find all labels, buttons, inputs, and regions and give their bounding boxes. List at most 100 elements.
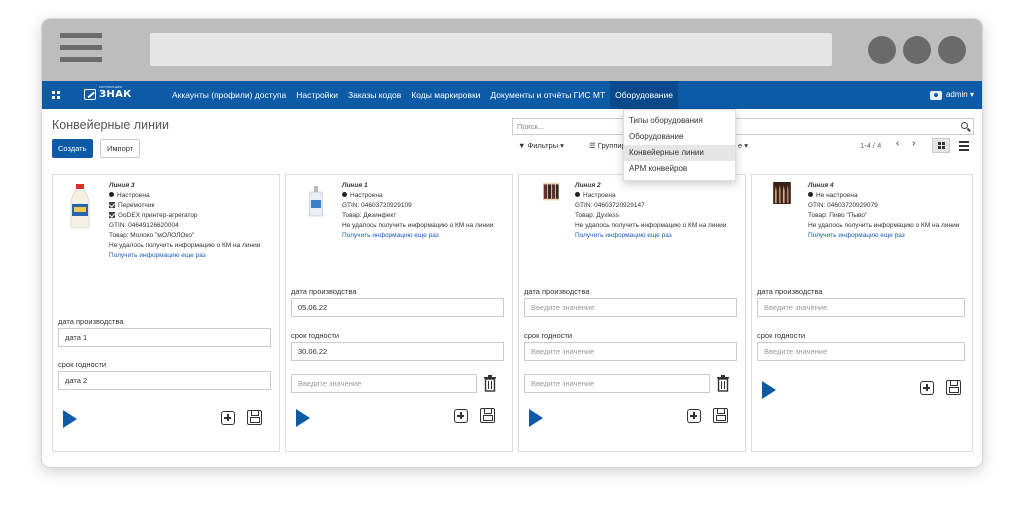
line-name: Линия 2 — [575, 182, 601, 189]
pager-prev-icon[interactable]: ‹ — [896, 138, 899, 149]
expiry-label: срок годности — [291, 331, 340, 340]
line-status: Настроена — [575, 191, 743, 201]
browser-chrome — [42, 19, 982, 81]
line-name: Линия 1 — [342, 182, 368, 189]
product-pack-icon — [543, 182, 559, 201]
menu-item-access-profiles[interactable]: Аккаунты (профили) доступа — [167, 81, 291, 109]
save-icon[interactable] — [946, 380, 961, 395]
line-card: Линия 1 Настроена GTIN: 04603720929109 Т… — [285, 174, 513, 452]
line-info: Линия 4 Не настроена GTIN: 0460372092907… — [808, 181, 976, 241]
line-status: Настроена — [342, 191, 510, 201]
device-check: GoDEX принтер-агрегатор — [109, 211, 277, 221]
save-icon[interactable] — [713, 408, 728, 423]
checkbox-icon — [109, 202, 115, 208]
dropdown-item-equipment-types[interactable]: Типы оборудования — [624, 113, 735, 129]
menu-item-code-orders[interactable]: Заказы кодов — [343, 81, 406, 109]
expiry-input[interactable]: Введите значение — [524, 342, 737, 361]
browser-window: КОРПОРАЦИЯ ЗНАК Аккаунты (профили) досту… — [41, 18, 983, 468]
expiry-label: срок годности — [524, 331, 573, 340]
company-logo[interactable]: КОРПОРАЦИЯ ЗНАК — [84, 85, 142, 104]
line-gtin: GTIN: 04603720929109 — [342, 202, 412, 209]
add-icon[interactable] — [221, 411, 235, 425]
list-view-icon[interactable] — [956, 138, 972, 153]
play-icon[interactable] — [529, 409, 543, 427]
line-error: Не удалось получить информацию о КМ на л… — [808, 222, 960, 229]
trash-icon[interactable] — [716, 375, 730, 392]
checkbox-icon — [109, 212, 115, 218]
menu-item-marking-codes[interactable]: Коды маркировки — [406, 81, 485, 109]
line-error: Не удалось получить информацию о КМ на л… — [342, 222, 494, 229]
apps-grid-icon[interactable] — [52, 91, 60, 99]
menu-item-equipment[interactable]: Оборудование — [610, 81, 678, 109]
control-panel: Конвейерные линии Создать Импорт Поиск..… — [42, 109, 982, 171]
search-input[interactable]: Поиск... — [512, 118, 974, 135]
play-icon[interactable] — [296, 409, 310, 427]
expiry-label: срок годности — [757, 331, 806, 340]
filters-button[interactable]: ▼ Фильтры ▾ — [518, 141, 564, 150]
prod-date-input[interactable]: Введите значение — [524, 298, 737, 317]
menu-item-documents[interactable]: Документы и отчёты ГИС МТ — [485, 81, 610, 109]
search-icon[interactable] — [961, 122, 968, 129]
extra-value-input[interactable]: Введите значение — [291, 374, 477, 393]
add-icon[interactable] — [920, 381, 934, 395]
play-icon[interactable] — [762, 381, 776, 399]
pager-next-icon[interactable]: › — [912, 138, 915, 149]
kanban-view-icon[interactable] — [932, 138, 950, 153]
user-camera-icon — [929, 90, 942, 100]
prod-date-input[interactable]: Введите значение — [757, 298, 965, 317]
address-bar[interactable] — [150, 33, 832, 66]
retry-link[interactable]: Получить информацию еще раз — [109, 251, 277, 261]
status-text: Настроена — [350, 192, 383, 199]
play-icon[interactable] — [63, 410, 77, 428]
line-status: Не настроена — [808, 191, 976, 201]
prod-date-label: дата производства — [757, 287, 823, 296]
expiry-input[interactable]: дата 2 — [58, 371, 271, 390]
retry-link[interactable]: Получить информацию еще раз — [575, 231, 743, 241]
page-title: Конвейерные линии — [52, 118, 169, 132]
expiry-input[interactable]: 30.06.22 — [291, 342, 504, 361]
prod-date-input[interactable]: дата 1 — [58, 328, 271, 347]
prod-date-label: дата производства — [58, 317, 124, 326]
status-text: Настроена — [117, 192, 150, 199]
status-text: Настроена — [583, 192, 616, 199]
line-name: Линия 3 — [109, 182, 135, 189]
save-icon[interactable] — [247, 410, 262, 425]
line-gtin: GTIN: 04603720929147 — [575, 202, 645, 209]
extra-value-input[interactable]: Введите значение — [524, 374, 710, 393]
window-control-dot[interactable] — [903, 36, 931, 64]
line-name: Линия 4 — [808, 182, 834, 189]
line-card: Линия 2 Настроена GTIN: 04603720929147 Т… — [518, 174, 746, 452]
favorites-button[interactable]: е ▾ — [738, 141, 748, 150]
retry-link[interactable]: Получить информацию еще раз — [808, 231, 976, 241]
dropdown-item-conveyor-arm[interactable]: АРМ конвейров — [624, 161, 735, 177]
menu-item-settings[interactable]: Настройки — [291, 81, 343, 109]
top-navbar: КОРПОРАЦИЯ ЗНАК Аккаунты (профили) досту… — [42, 81, 982, 109]
prod-date-label: дата производства — [524, 287, 590, 296]
line-gtin: GTIN: 04649126620004 — [109, 222, 179, 229]
line-info: Линия 2 Настроена GTIN: 04603720929147 Т… — [575, 181, 743, 241]
prod-date-input[interactable]: 05.06.22 — [291, 298, 504, 317]
expiry-input[interactable]: Введите значение — [757, 342, 965, 361]
create-button[interactable]: Создать — [52, 139, 93, 158]
dropdown-item-conveyor-lines[interactable]: Конвейерные линии — [624, 145, 735, 161]
line-card: Линия 3 Настроена Перемотчик GoDEX принт… — [52, 174, 280, 452]
line-product: Товар: Дезинфект — [342, 212, 397, 219]
trash-icon[interactable] — [483, 375, 497, 392]
line-error: Не удалось получить информацию о КМ на л… — [109, 242, 261, 249]
user-menu[interactable]: admin ▾ — [929, 81, 974, 109]
status-dot-icon — [109, 192, 114, 197]
hamburger-icon[interactable] — [60, 31, 102, 65]
expiry-label: срок годности — [58, 360, 107, 369]
logo-text: ЗНАК — [99, 89, 132, 100]
add-icon[interactable] — [454, 409, 468, 423]
import-button[interactable]: Импорт — [100, 139, 141, 158]
add-icon[interactable] — [687, 409, 701, 423]
window-control-dot[interactable] — [938, 36, 966, 64]
retry-link[interactable]: Получить информацию еще раз — [342, 231, 510, 241]
device-label: GoDEX принтер-агрегатор — [118, 212, 198, 219]
dropdown-item-equipment[interactable]: Оборудование — [624, 129, 735, 145]
pager-value[interactable]: 1-4 / 4 — [860, 141, 881, 150]
window-control-dot[interactable] — [868, 36, 896, 64]
line-error: Не удалось получить информацию о КМ на л… — [575, 222, 727, 229]
save-icon[interactable] — [480, 408, 495, 423]
